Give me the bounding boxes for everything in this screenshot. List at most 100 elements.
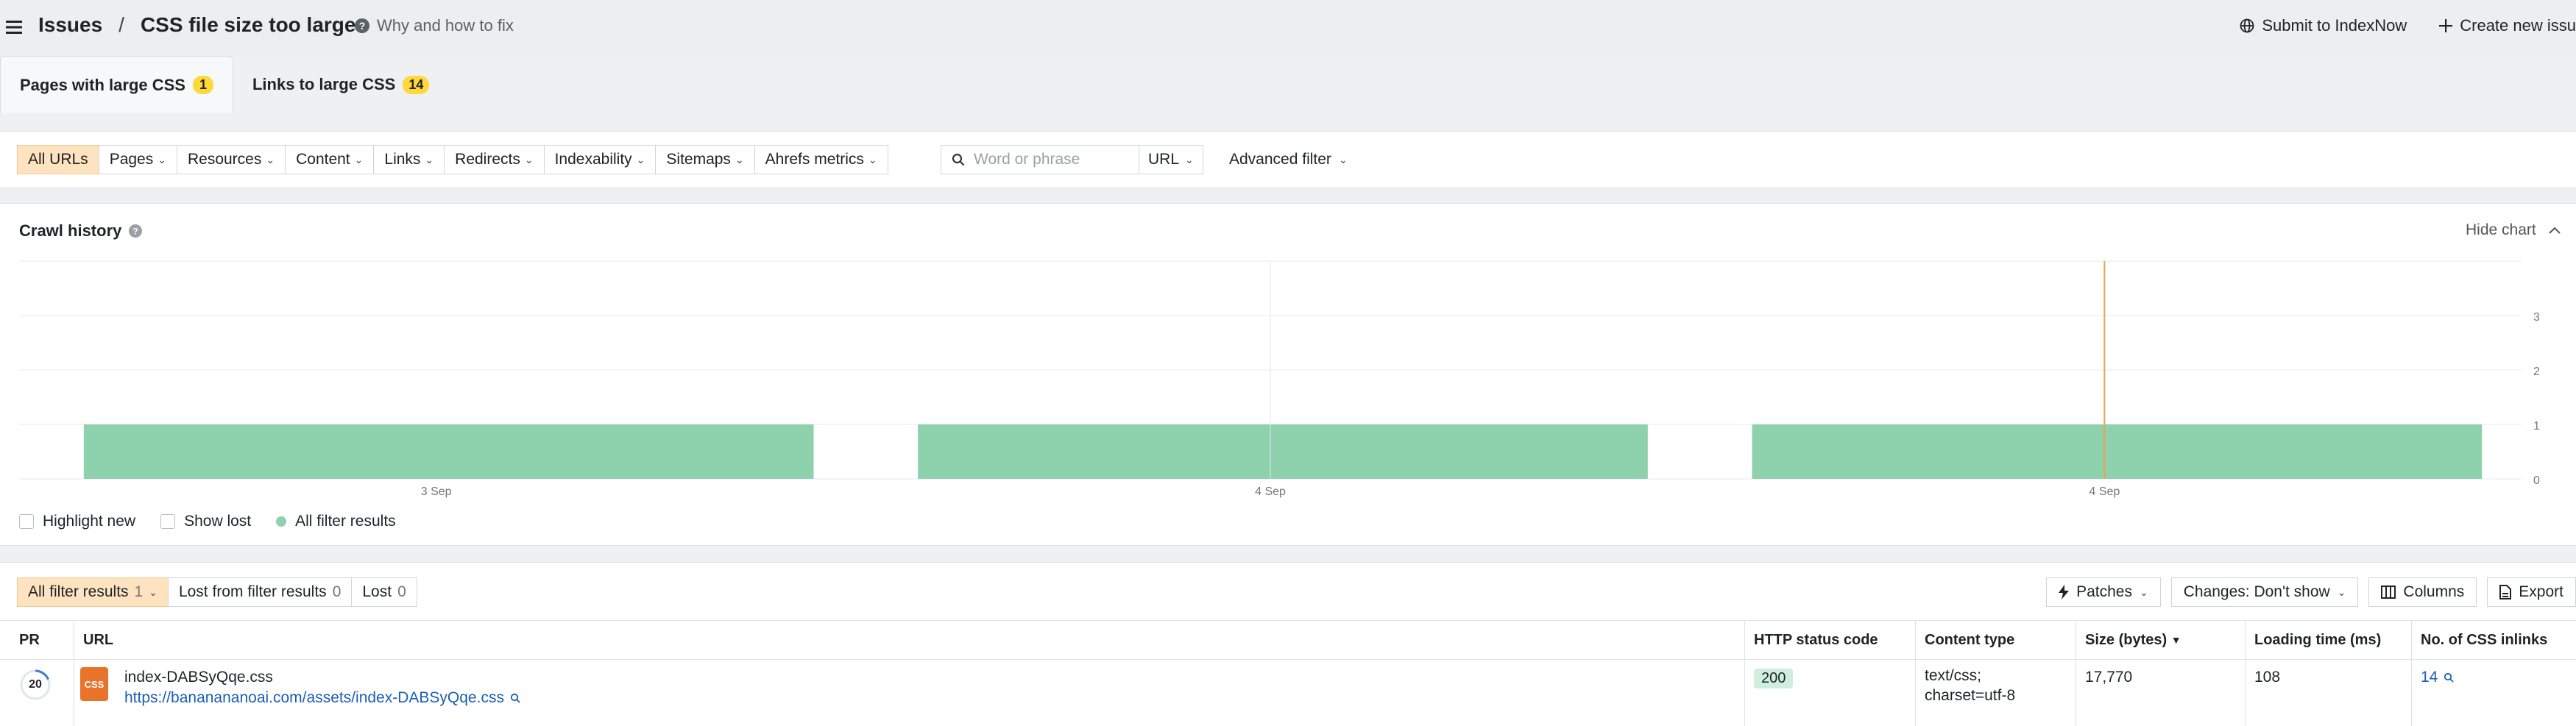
patches-button[interactable]: Patches ⌄ [2046, 577, 2161, 607]
loading-value: 108 [2254, 669, 2281, 686]
search-input[interactable]: Word or phrase [941, 145, 1139, 174]
changes-label: Changes: Don't show [2183, 583, 2330, 600]
chevron-down-icon: ⌄ [735, 153, 744, 166]
tab-all-filter-results[interactable]: All filter results 1 ⌄ [17, 577, 169, 607]
search-placeholder: Word or phrase [974, 151, 1080, 168]
filter-label: All URLs [28, 151, 88, 168]
chevron-down-icon: ⌄ [149, 586, 158, 598]
chevron-down-icon: ⌄ [158, 153, 166, 166]
top-bar: Issues / CSS file size too large ? Why a… [0, 0, 2576, 56]
svg-text:?: ? [133, 227, 138, 237]
filter-label: Sitemaps [666, 151, 731, 168]
show-lost-checkbox[interactable]: Show lost [160, 513, 251, 530]
filter-ahrefs-metrics[interactable]: Ahrefs metrics ⌄ [754, 145, 888, 174]
filter-content[interactable]: Content ⌄ [285, 145, 375, 174]
chevron-down-icon: ⌄ [354, 153, 364, 166]
pr-value: 20 [29, 678, 42, 691]
checkbox-box [160, 514, 176, 529]
column-header-css-inlinks[interactable]: No. of CSS inlinks [2411, 621, 2576, 659]
filter-button-group: All URLs Pages ⌄ Resources ⌄ Content ⌄ Link… [17, 145, 888, 174]
legend-label: Show lost [184, 513, 252, 530]
filter-label: Redirects [455, 151, 520, 168]
column-header-loading-time[interactable]: Loading time (ms) [2245, 621, 2411, 659]
chevron-down-icon: ⌄ [425, 153, 434, 166]
x-tick-label: 4 Sep [2089, 485, 2120, 498]
url-scope-select[interactable]: URL ⌄ [1139, 145, 1203, 174]
pr-gauge: 20 [19, 669, 52, 701]
chevron-down-icon: ⌄ [1338, 153, 1348, 166]
column-label: Size (bytes) [2085, 631, 2168, 648]
chart-bar [1752, 424, 2483, 479]
column-header-url[interactable]: URL [74, 621, 1744, 659]
cell-status: 200 [1744, 658, 1915, 726]
filter-bar: All URLs Pages ⌄ Resources ⌄ Content ⌄ Link… [0, 131, 2576, 188]
hide-chart-label: Hide chart [2466, 221, 2536, 238]
legend-all-filter-results[interactable]: All filter results [276, 513, 396, 530]
content-type-line: text/css; [1925, 667, 1982, 684]
filter-links[interactable]: Links ⌄ [373, 145, 445, 174]
chart-title: Crawl history ? [19, 221, 143, 241]
magnifier-icon[interactable] [510, 693, 520, 703]
plus-icon [2439, 19, 2453, 32]
help-icon[interactable]: ? [129, 224, 143, 238]
help-link-label: Why and how to fix [377, 16, 514, 35]
hide-chart-button[interactable]: Hide chart [2466, 221, 2561, 239]
advanced-filter-button[interactable]: Advanced filter ⌄ [1229, 151, 1348, 168]
crawl-history-chart: 0 1 2 3 3 Sep 4 Sep 4 Sep [19, 260, 2540, 498]
result-tab-label: Lost [362, 583, 392, 600]
help-link[interactable]: ? Why and how to fix [355, 16, 514, 35]
column-header-size[interactable]: Size (bytes) ▼ [2076, 621, 2245, 659]
cell-css-inlinks: 14 [2411, 658, 2576, 726]
chart-legend: Highlight new Show lost All filter resul… [19, 513, 396, 530]
tab-label: Pages with large CSS [20, 75, 185, 94]
changes-select[interactable]: Changes: Don't show ⌄ [2170, 577, 2359, 607]
breadcrumb-separator: / [118, 13, 124, 36]
inlinks-value: 14 [2421, 669, 2438, 686]
highlight-new-checkbox[interactable]: Highlight new [19, 513, 135, 530]
tab-lost-from-filter-results[interactable]: Lost from filter results 0 [167, 577, 353, 607]
y-tick-label: 0 [2533, 474, 2540, 487]
url-scope-label: URL [1148, 151, 1180, 168]
filter-all-urls[interactable]: All URLs [17, 145, 99, 174]
column-label: PR [19, 631, 40, 648]
submit-indexnow-button[interactable]: Submit to IndexNow [2240, 16, 2407, 35]
cell-pr: 20 [0, 658, 74, 726]
column-label: URL [83, 631, 114, 648]
css-file-icon: CSS [80, 667, 108, 701]
create-issue-label: Create new issu [2460, 16, 2576, 35]
search-icon [952, 153, 965, 166]
x-tick-label: 4 Sep [1255, 485, 1286, 498]
column-label: No. of CSS inlinks [2421, 631, 2548, 648]
column-header-content-type[interactable]: Content type [1915, 621, 2076, 659]
url-text: https://bananananoai.com/assets/index-DA… [124, 689, 504, 706]
x-tick-label: 3 Sep [421, 485, 452, 498]
column-header-pr[interactable]: PR [0, 621, 74, 659]
breadcrumb-issues[interactable]: Issues [38, 13, 102, 37]
column-label: HTTP status code [1754, 631, 1878, 648]
tab-lost[interactable]: Lost 0 [351, 577, 417, 607]
create-issue-button[interactable]: Create new issu [2439, 16, 2576, 35]
column-header-http-status[interactable]: HTTP status code [1744, 621, 1915, 659]
columns-button[interactable]: Columns [2368, 577, 2477, 607]
cell-content-type: text/css; charset=utf-8 [1915, 658, 2076, 726]
result-filter-tabs: All filter results 1 ⌄ Lost from filter … [17, 577, 417, 607]
y-tick-label: 3 [2533, 311, 2540, 324]
filter-redirects[interactable]: Redirects ⌄ [444, 145, 545, 174]
url-link[interactable]: https://bananananoai.com/assets/index-DA… [124, 689, 520, 707]
crawl-history-panel: 0 1 2 3 3 Sep 4 Sep 4 Sep Crawl history ? Hide… [0, 203, 2576, 546]
legend-dot [276, 516, 287, 527]
filter-label: Content [296, 151, 350, 168]
count-badge: 14 [403, 75, 430, 94]
menu-icon[interactable] [4, 18, 24, 37]
export-button[interactable]: Export [2487, 577, 2576, 607]
chevron-down-icon: ⌄ [2337, 586, 2346, 598]
submit-indexnow-label: Submit to IndexNow [2262, 16, 2407, 35]
filter-resources[interactable]: Resources ⌄ [176, 145, 286, 174]
y-tick-label: 2 [2533, 366, 2540, 378]
filter-sitemaps[interactable]: Sitemaps ⌄ [655, 145, 755, 174]
inlinks-link[interactable]: 14 [2421, 669, 2576, 686]
filter-indexability[interactable]: Indexability ⌄ [543, 145, 657, 174]
filter-pages[interactable]: Pages ⌄ [98, 145, 177, 174]
tab-pages-with-large-css[interactable]: Pages with large CSS 1 [0, 56, 233, 113]
tab-links-to-large-css[interactable]: Links to large CSS 14 [233, 56, 448, 113]
